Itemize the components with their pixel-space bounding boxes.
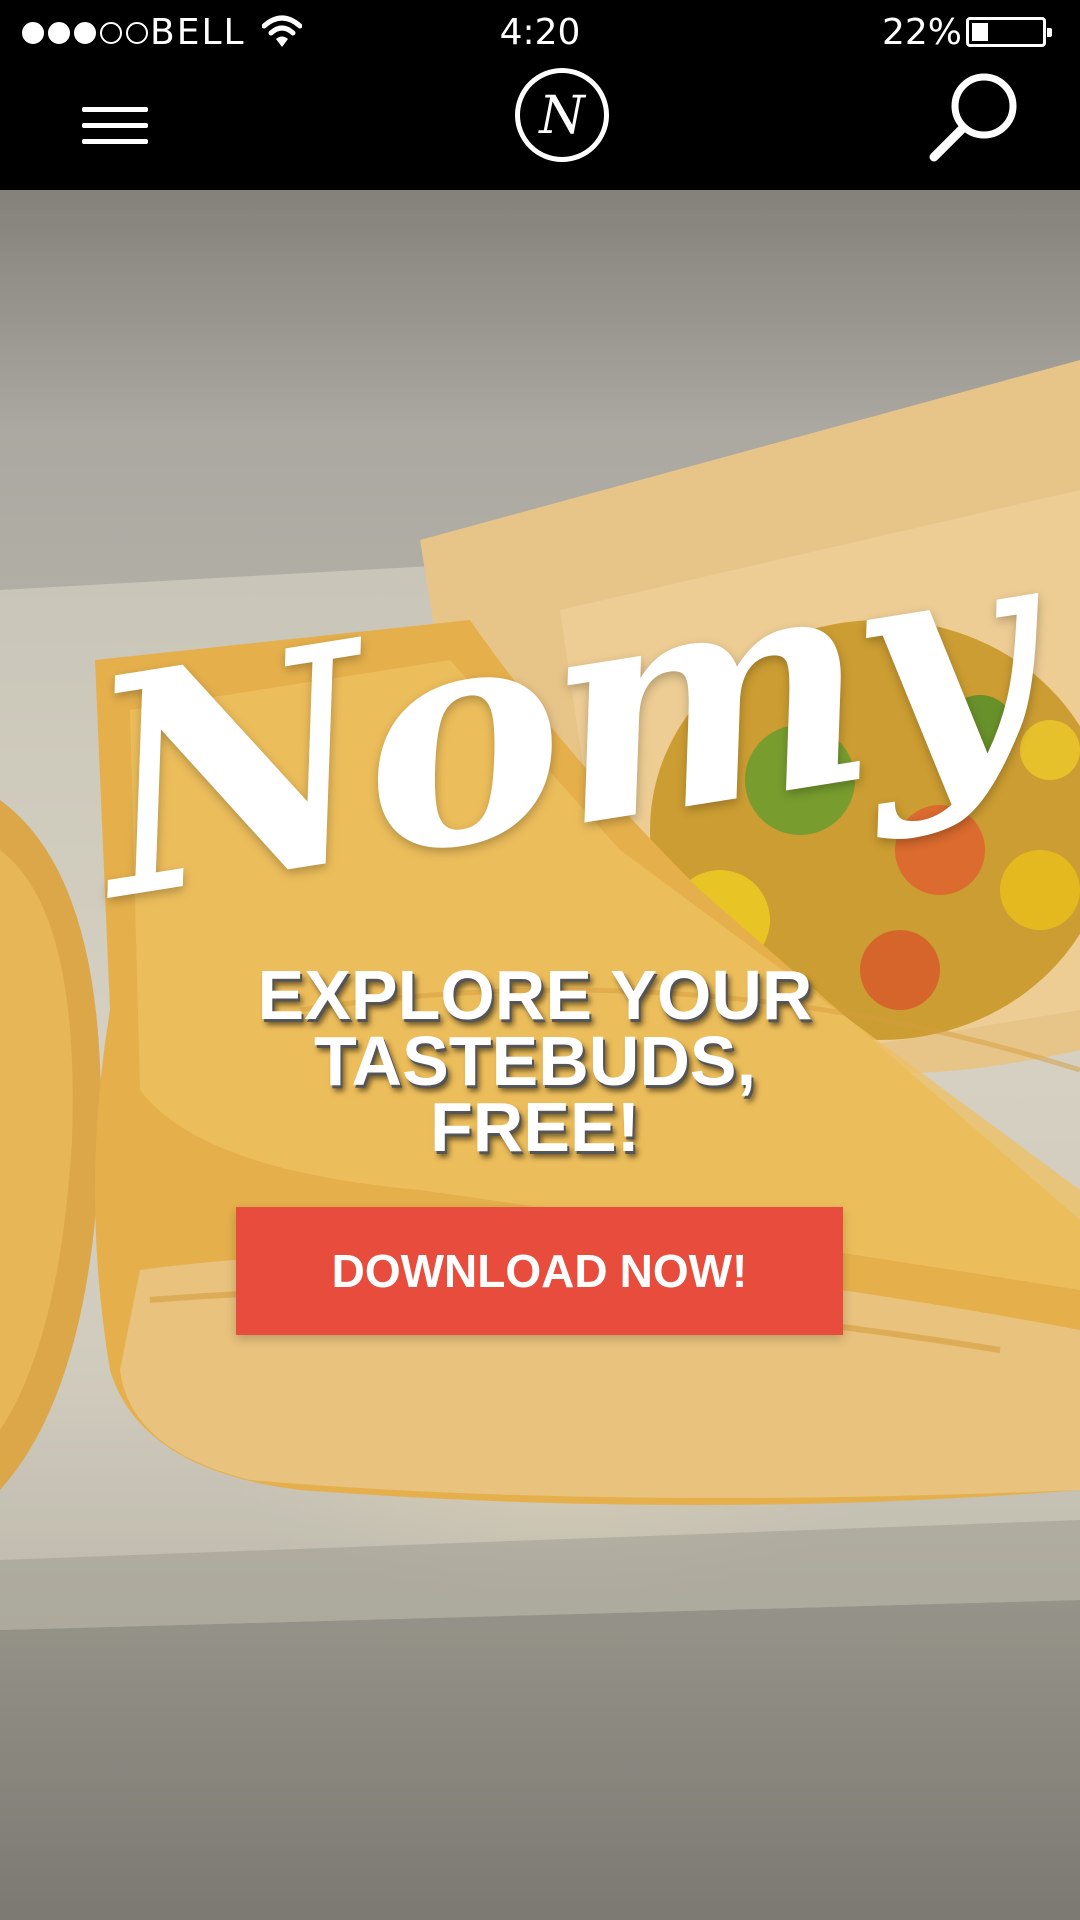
tagline-line: FREE!	[430, 1088, 640, 1166]
menu-line	[82, 139, 148, 144]
menu-line	[82, 123, 148, 128]
download-now-button[interactable]: DOWNLOAD NOW!	[236, 1207, 843, 1335]
battery-nub	[1047, 28, 1052, 37]
battery-level	[972, 23, 989, 41]
tagline-line: EXPLORE YOUR	[257, 956, 813, 1034]
hamburger-menu-icon[interactable]	[78, 94, 154, 154]
battery-percent: 22%	[882, 12, 963, 53]
app-logo[interactable]: N	[515, 68, 609, 162]
tagline-line: TASTEBUDS,	[313, 1022, 757, 1100]
nav-bar: N	[0, 66, 1080, 190]
battery-icon	[966, 17, 1052, 47]
download-label: DOWNLOAD	[331, 1245, 608, 1297]
search-icon[interactable]	[924, 66, 1024, 166]
tagline: EXPLORE YOUR TASTEBUDS, FREE!	[150, 956, 920, 1166]
status-bar: BELL 4:20 22%	[0, 0, 1080, 66]
menu-line	[82, 107, 148, 112]
hero-section: Nomy EXPLORE YOUR TASTEBUDS, FREE! DOWNL…	[0, 190, 1080, 1920]
now-label: NOW!	[619, 1245, 748, 1297]
